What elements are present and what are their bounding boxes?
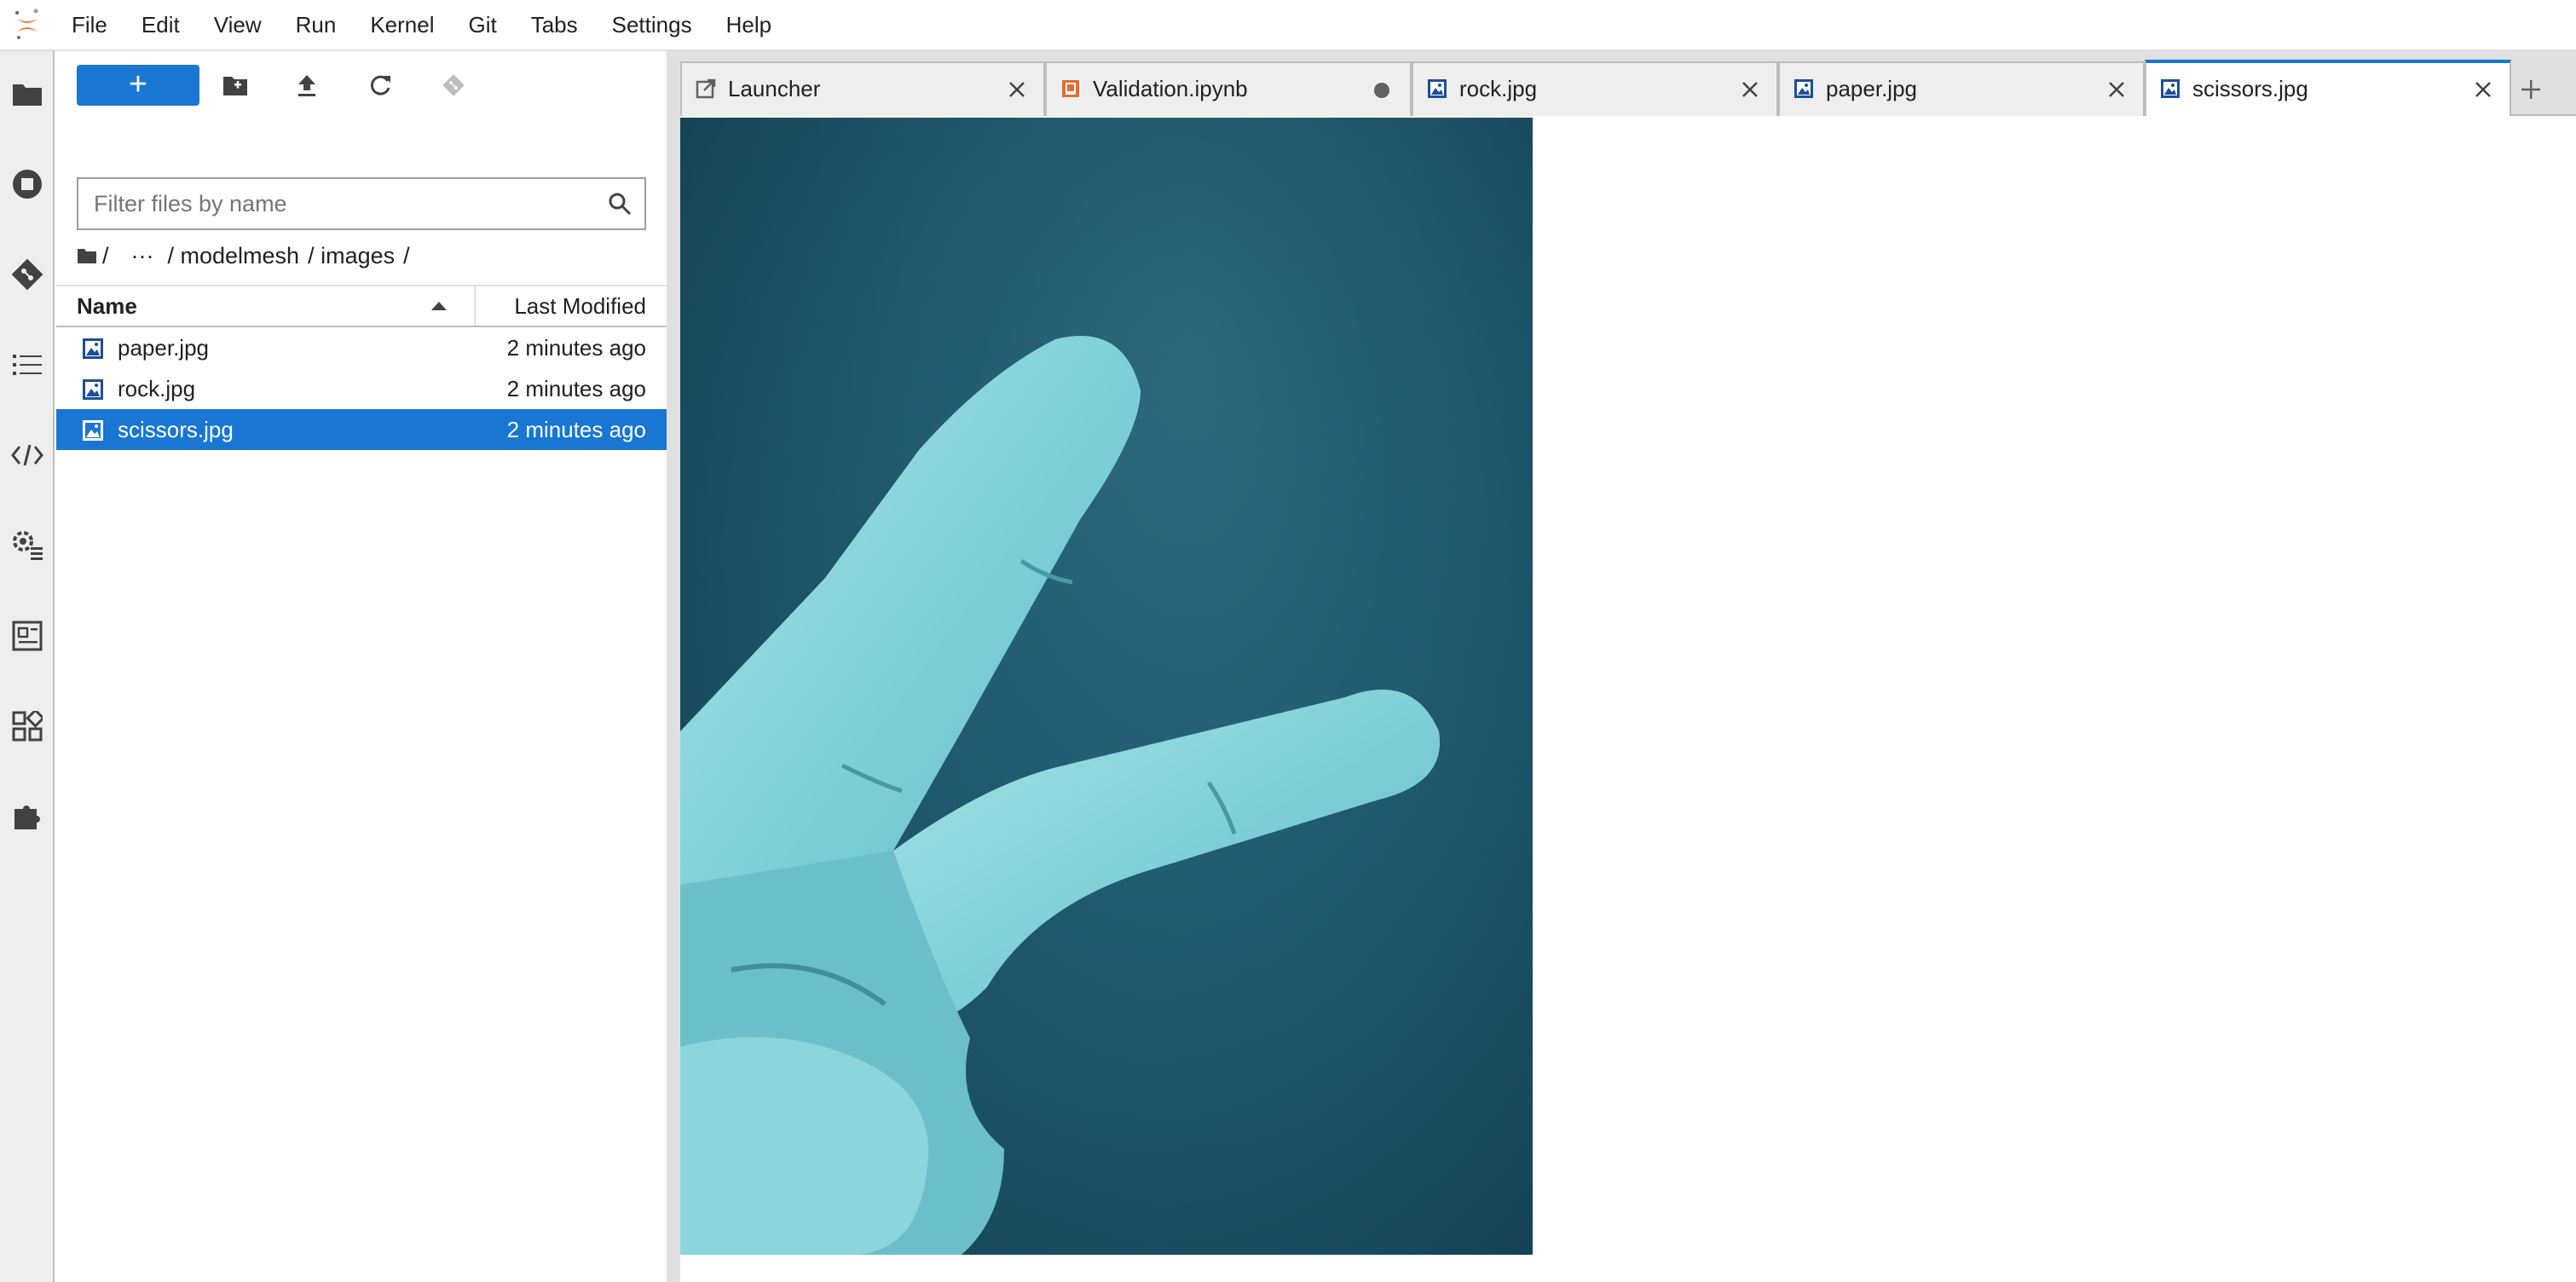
tab-label: Launcher xyxy=(728,76,821,101)
notebook-icon xyxy=(1062,80,1079,97)
puzzle-icon[interactable] xyxy=(0,791,55,842)
main-area: Launcher Validation.ipynb rock.jpg paper… xyxy=(680,51,2576,1282)
tab-label: rock.jpg xyxy=(1459,76,1538,101)
file-name: paper.jpg xyxy=(118,335,209,361)
image-file-icon xyxy=(83,420,103,441)
code-icon[interactable] xyxy=(0,430,55,481)
tab-rock-image[interactable]: rock.jpg xyxy=(1412,61,1778,116)
tab-bar: Launcher Validation.ipynb rock.jpg paper… xyxy=(680,51,2576,116)
image-file-icon xyxy=(83,338,103,359)
file-row-rock[interactable]: rock.jpg 2 minutes ago xyxy=(56,368,667,409)
menu-edit[interactable]: Edit xyxy=(124,0,197,50)
debugger-icon[interactable] xyxy=(0,610,55,661)
tab-scissors-image[interactable]: scissors.jpg xyxy=(2145,60,2511,116)
unsaved-changes-dot-icon[interactable] xyxy=(1374,83,1389,98)
new-folder-button[interactable] xyxy=(210,65,261,106)
breadcrumb-root[interactable]: / xyxy=(102,240,109,271)
breadcrumb-ellipsis[interactable]: ··· xyxy=(131,240,154,271)
new-folder-icon xyxy=(223,77,247,95)
scissors-hand-image xyxy=(680,118,1533,1255)
image-icon xyxy=(2161,79,2180,98)
menu-view[interactable]: View xyxy=(197,0,279,50)
filter-box xyxy=(77,177,646,230)
menu-kernel[interactable]: Kernel xyxy=(353,0,451,50)
image-icon xyxy=(1428,79,1447,98)
file-name: scissors.jpg xyxy=(118,417,234,442)
search-icon xyxy=(609,193,632,216)
menu-bar: File Edit View Run Kernel Git Tabs Setti… xyxy=(0,0,2576,51)
menu-tabs[interactable]: Tabs xyxy=(514,0,595,50)
jupyter-logo-icon xyxy=(0,0,55,50)
image-viewer xyxy=(680,118,2576,1282)
file-modified: 2 minutes ago xyxy=(506,335,646,361)
close-icon[interactable] xyxy=(1008,80,1026,99)
new-launcher-button[interactable]: + xyxy=(77,65,199,106)
tab-label: scissors.jpg xyxy=(2192,76,2308,101)
breadcrumb-trailing-slash: / xyxy=(403,243,410,269)
breadcrumb-modelmesh[interactable]: / modelmesh xyxy=(168,240,300,271)
menu-run[interactable]: Run xyxy=(279,0,354,50)
file-row-paper[interactable]: paper.jpg 2 minutes ago xyxy=(56,327,667,368)
breadcrumb: / ··· / modelmesh / images / xyxy=(77,240,419,271)
tab-label: Validation.ipynb xyxy=(1093,76,1248,101)
menu-settings[interactable]: Settings xyxy=(595,0,709,50)
plus-icon xyxy=(2521,80,2540,99)
git-clone-button[interactable] xyxy=(428,65,479,106)
folder-icon[interactable] xyxy=(77,247,97,264)
image-file-icon xyxy=(83,379,103,400)
file-browser-toolbar: + xyxy=(56,51,667,121)
upload-button[interactable] xyxy=(281,65,332,106)
file-row-scissors[interactable]: scissors.jpg 2 minutes ago xyxy=(56,409,667,450)
file-modified: 2 minutes ago xyxy=(506,376,646,401)
close-icon[interactable] xyxy=(2474,80,2492,99)
git-icon[interactable] xyxy=(0,249,55,300)
upload-icon xyxy=(298,75,315,96)
panel-splitter[interactable] xyxy=(667,51,680,1282)
menu-help[interactable]: Help xyxy=(709,0,788,50)
image-icon xyxy=(1794,79,1813,98)
menu-git[interactable]: Git xyxy=(451,0,513,50)
column-header-name-label: Name xyxy=(77,293,137,319)
add-tab-button[interactable] xyxy=(2508,66,2554,113)
tab-launcher[interactable]: Launcher xyxy=(680,61,1045,116)
tab-label: paper.jpg xyxy=(1826,76,1917,101)
toc-icon[interactable] xyxy=(0,339,55,390)
sort-ascending-icon xyxy=(431,302,447,310)
file-browser: + / ··· / modelmesh / images / Name xyxy=(56,51,667,1282)
close-icon[interactable] xyxy=(1741,80,1759,99)
column-header-name[interactable]: Name xyxy=(56,286,476,326)
activity-bar xyxy=(0,51,55,1282)
file-modified: 2 minutes ago xyxy=(506,417,646,442)
file-name: rock.jpg xyxy=(118,376,196,401)
running-icon[interactable] xyxy=(0,159,55,210)
file-list-header: Name Last Modified xyxy=(56,285,667,327)
refresh-button[interactable] xyxy=(355,65,406,106)
property-inspector-icon[interactable] xyxy=(0,520,55,571)
filter-files-input[interactable] xyxy=(78,179,590,228)
close-icon[interactable] xyxy=(2107,80,2126,99)
column-header-last-modified[interactable]: Last Modified xyxy=(514,286,646,326)
tab-validation-notebook[interactable]: Validation.ipynb xyxy=(1045,61,1412,116)
breadcrumb-images[interactable]: / images xyxy=(308,240,395,271)
extension-manager-icon[interactable] xyxy=(0,701,55,752)
tab-paper-image[interactable]: paper.jpg xyxy=(1778,61,2145,116)
folder-icon[interactable] xyxy=(0,68,55,119)
git-clone-icon xyxy=(442,74,465,96)
menu-file[interactable]: File xyxy=(55,0,124,50)
refresh-icon xyxy=(370,75,390,95)
launcher-icon xyxy=(696,78,716,99)
